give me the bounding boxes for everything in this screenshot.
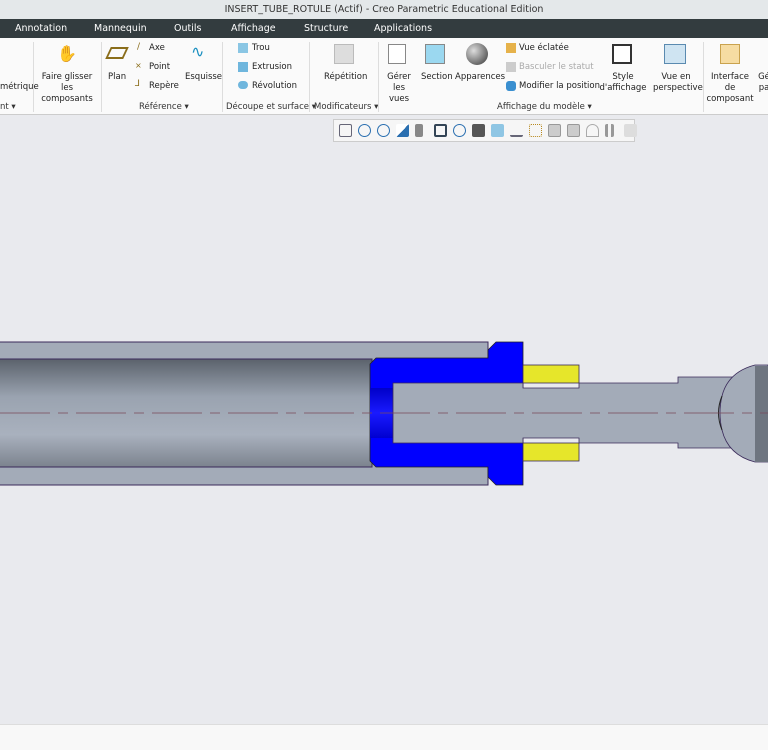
- status-bar: [0, 724, 768, 750]
- model-viewport[interactable]: [0, 0, 768, 750]
